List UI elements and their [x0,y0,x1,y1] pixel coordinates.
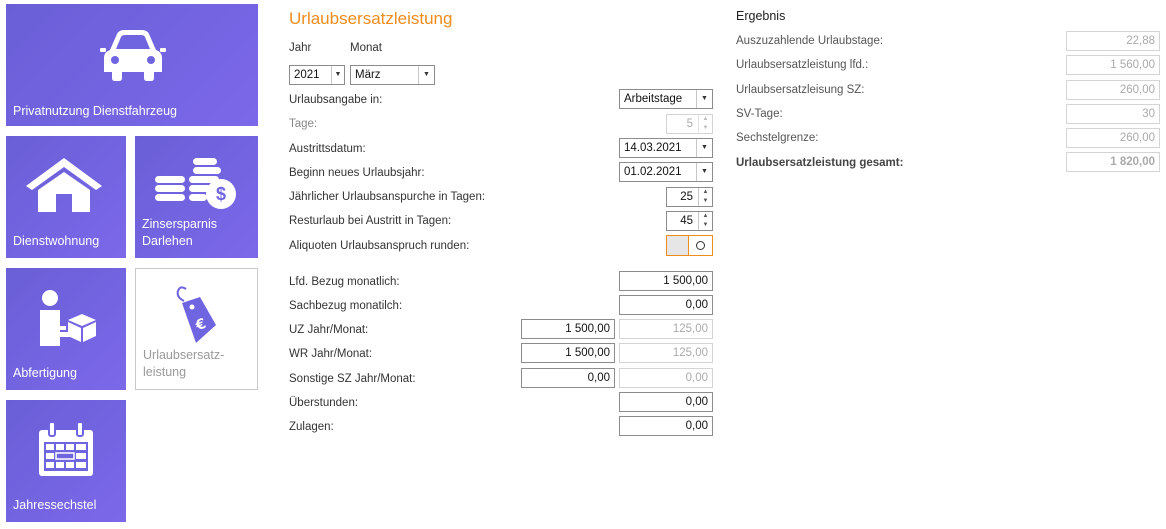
sonstige-sz-monat-field: 0,00 [619,368,713,388]
urlaubsangabe-label: Urlaubsangabe in: [289,94,383,106]
tile-label-line1: Urlaubsersatz- [143,348,225,362]
result-label-lfd: Urlaubsersatzleistung lfd.: [736,59,869,71]
resturlaub-stepper[interactable]: 45 ▲ ▼ [666,211,713,231]
tile-label: Privatnutzung Dienstfahrzeug [13,104,177,118]
result-value-gesamt: 1 820,00 [1066,152,1160,172]
spin-arrows-icon[interactable]: ▲ ▼ [698,212,712,230]
monat-label: Monat [350,42,382,54]
lfd-bezug-label: Lfd. Bezug monatlich: [289,276,400,288]
euro-tag-icon: € [176,286,216,343]
beginn-urlaubsjahr-value: 01.02.2021 [624,166,682,178]
result-label-gesamt: Urlaubsersatzleistung gesamt: [736,157,904,169]
result-label-sechstelgrenze: Sechstelgrenze: [736,132,819,144]
house-icon [26,158,102,212]
ueberstunden-label: Überstunden: [289,397,359,409]
svg-text:$: $ [216,184,226,204]
uz-jahr-input[interactable]: 1 500,00 [521,319,615,339]
radio-circle-icon [696,241,705,250]
spin-arrows-icon[interactable]: ▲ ▼ [698,188,712,206]
jahr-select-value: 2021 [294,69,320,81]
chevron-down-icon[interactable]: ▼ [418,66,434,84]
sachbezug-input[interactable]: 0,00 [619,295,713,315]
lfd-bezug-input[interactable]: 1 500,00 [619,271,713,291]
sonstige-sz-label: Sonstige SZ Jahr/Monat: [289,373,416,385]
jaehrlicher-urlaubsanspruch-label: Jährlicher Urlaubsanspurche in Tagen: [289,191,486,203]
beginn-urlaubsjahr-picker[interactable]: 01.02.2021 ▼ [619,162,713,182]
ueberstunden-input[interactable]: 0,00 [619,392,713,412]
tile-zinsersparnis-darlehen[interactable]: $ Zinsersparnis Darlehen [135,136,258,258]
zulagen-input[interactable]: 0,00 [619,416,713,436]
jahr-select[interactable]: 2021 ▼ [289,65,345,85]
tile-label: Abfertigung [13,366,77,380]
tage-stepper[interactable]: 5 ▲ ▼ [666,114,713,134]
person-box-icon [40,290,96,346]
spin-arrows-icon[interactable]: ▲ ▼ [698,115,712,133]
result-value-urlaubstage: 22,88 [1066,31,1160,51]
tile-jahressechstel[interactable]: Jahressechstel [6,400,126,522]
austrittsdatum-value: 14.03.2021 [624,142,682,154]
tile-label-line2: Darlehen [142,234,193,248]
result-title: Ergebnis [736,9,786,23]
result-value-sv-tage: 30 [1066,104,1160,124]
tile-abfertigung[interactable]: Abfertigung [6,268,126,390]
wr-jahr-input[interactable]: 1 500,00 [521,343,615,363]
resturlaub-label: Resturlaub bei Austritt in Tagen: [289,215,452,227]
result-value-sz: 260,00 [1066,80,1160,100]
tile-label: Dienstwohnung [13,234,100,248]
urlaubsangabe-select[interactable]: Arbeitstage ▼ [619,89,713,109]
monat-select-value: März [355,69,381,81]
urlaubsangabe-value: Arbeitstage [624,93,683,105]
result-value-lfd: 1 560,00 [1066,55,1160,75]
jaehrlicher-urlaubsanspruch-stepper[interactable]: 25 ▲ ▼ [666,187,713,207]
result-value-sechstelgrenze: 260,00 [1066,128,1160,148]
tile-privatnutzung-dienstfahrzeug[interactable]: Privatnutzung Dienstfahrzeug [6,4,258,126]
result-label-urlaubstage: Auszuzahlende Urlaubstage: [736,35,884,47]
aliquot-runden-label: Aliquoten Urlaubsanspruch runden: [289,240,470,252]
jaehrlicher-urlaubsanspruch-value: 25 [680,191,693,203]
chevron-down-icon[interactable]: ▼ [696,163,712,181]
chevron-down-icon[interactable]: ▼ [696,90,712,108]
tage-label: Tage: [289,118,318,130]
wr-monat-field: 125,00 [619,343,713,363]
result-label-sz: Urlaubsersatzleisung SZ: [736,84,865,96]
calendar-icon [39,422,93,476]
result-label-sv-tage: SV-Tage: [736,108,783,120]
resturlaub-value: 45 [680,215,693,227]
sachbezug-label: Sachbezug monatilch: [289,300,403,312]
tile-label-line2: leistung [143,365,187,379]
page-title: Urlaubsersatzleistung [289,9,453,28]
uz-label: UZ Jahr/Monat: [289,324,369,336]
austrittsdatum-picker[interactable]: 14.03.2021 ▼ [619,138,713,158]
tile-label: Urlaubsersatz- leistung [143,347,224,381]
tile-label: Zinsersparnis Darlehen [142,216,217,250]
chevron-down-icon[interactable]: ▼ [696,139,712,157]
tage-value: 5 [686,118,693,130]
jahr-label: Jahr [289,42,312,54]
toggle-off-segment[interactable] [667,236,689,255]
coins-icon: $ [155,158,236,209]
sonstige-sz-jahr-input[interactable]: 0,00 [521,368,615,388]
beginn-urlaubsjahr-label: Beginn neues Urlaubsjahr: [289,167,425,179]
wr-label: WR Jahr/Monat: [289,348,373,360]
austrittsdatum-label: Austrittsdatum: [289,143,366,155]
tile-label: Jahressechstel [13,498,97,512]
monat-select[interactable]: März ▼ [350,65,435,85]
tile-dienstwohnung[interactable]: Dienstwohnung [6,136,126,258]
car-icon [100,30,166,81]
tile-urlaubsersatzleistung[interactable]: € Urlaubsersatz- leistung [135,268,258,390]
aliquot-runden-toggle[interactable] [666,235,713,256]
toggle-on-segment[interactable] [689,236,712,255]
tile-label-line1: Zinsersparnis [142,217,218,231]
chevron-down-icon[interactable]: ▼ [331,66,344,84]
uz-monat-field: 125,00 [619,319,713,339]
zulagen-label: Zulagen: [289,421,334,433]
